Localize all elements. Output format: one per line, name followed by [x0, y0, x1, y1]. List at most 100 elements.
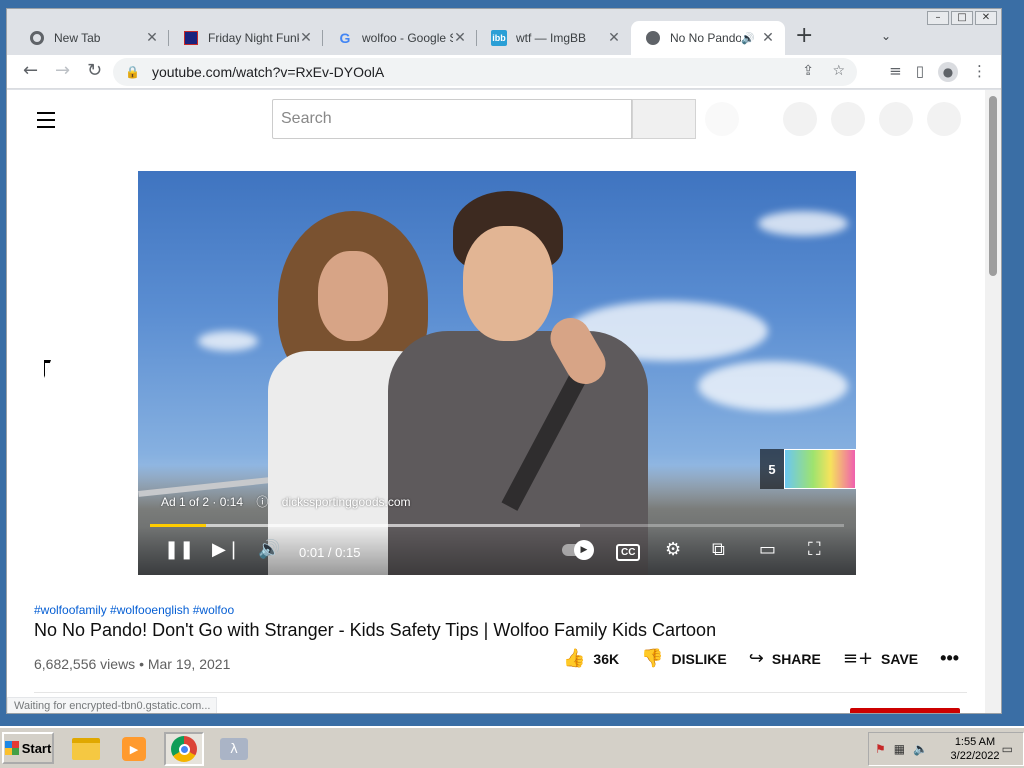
forward-arrow-icon[interactable]: →	[55, 61, 70, 81]
hamburger-menu-icon[interactable]	[37, 112, 55, 133]
google-icon: G	[339, 30, 351, 46]
chrome-icon	[29, 30, 45, 46]
create-placeholder-icon[interactable]	[783, 102, 817, 136]
system-tray: ⚑ ▦ 🔈 1:55 AM 3/22/2022 ▭	[868, 732, 1024, 766]
tab-friday-night-funkin[interactable]: Friday Night Funki ✕	[169, 21, 323, 55]
ad-label: Ad 1 of 2 · 0:14	[161, 495, 244, 509]
start-button[interactable]: Start	[2, 732, 54, 764]
speaker-icon[interactable]: 🔊	[741, 32, 755, 45]
dislike-button[interactable]: 👎 DISLIKE	[641, 648, 727, 669]
next-icon[interactable]: ▶❘	[212, 539, 241, 561]
lambda-icon: λ	[220, 738, 248, 760]
notifications-placeholder-icon[interactable]	[879, 102, 913, 136]
lambda-app-button[interactable]: λ	[214, 732, 254, 766]
alert-flag-icon[interactable]: ⚑	[875, 742, 886, 756]
show-desktop-icon[interactable]: ▭	[1002, 742, 1013, 756]
pause-icon[interactable]: ❚❚	[164, 539, 194, 561]
chrome-icon	[171, 736, 197, 762]
ad-domain-link[interactable]: dickssportinggoods.com	[282, 495, 411, 509]
autoplay-toggle[interactable]: ▶	[562, 540, 594, 560]
reload-icon[interactable]: ↻	[87, 61, 102, 81]
save-button[interactable]: ≡+ SAVE	[843, 648, 918, 669]
share-label: SHARE	[771, 650, 821, 667]
close-tab-icon[interactable]: ✕	[145, 30, 159, 46]
volume-tray-icon[interactable]: 🔈	[913, 742, 928, 756]
page-scrollbar[interactable]	[985, 90, 1001, 713]
captions-icon[interactable]: CC	[616, 539, 641, 561]
toolbar-right: ≡ ▯ ● ⋮	[889, 62, 987, 82]
status-bar: Waiting for encrypted-tbn0.gstatic.com..…	[7, 697, 218, 713]
profile-avatar-icon[interactable]: ●	[938, 62, 958, 82]
settings-gear-icon[interactable]: ⚙	[665, 539, 681, 561]
close-tab-icon[interactable]: ✕	[453, 30, 467, 46]
more-actions-icon[interactable]: •••	[940, 648, 959, 669]
ad-preview-box[interactable]: 5	[760, 449, 856, 489]
globe-icon	[645, 30, 661, 46]
like-count: 36K	[593, 650, 620, 667]
media-control-icon[interactable]: ≡	[889, 62, 902, 82]
start-label: Start	[21, 740, 52, 756]
address-bar[interactable]: 🔒 youtube.com/watch?v=RxEv-DYOolA ⇪ ☆	[113, 58, 857, 86]
divider	[34, 692, 967, 693]
chrome-menu-icon[interactable]: ⋮	[972, 62, 987, 82]
tab-no-no-pando[interactable]: No No Pando 🔊 ✕	[631, 21, 785, 55]
time-display: 0:01 / 0:15	[299, 545, 361, 560]
info-icon[interactable]: ⓘ	[256, 495, 268, 509]
tab-title: wolfoo - Google S	[362, 31, 453, 45]
explorer-app-button[interactable]	[66, 732, 106, 766]
bookmark-star-icon[interactable]: ☆	[832, 63, 845, 79]
tab-search-chevron-icon[interactable]: ⌄	[881, 29, 891, 43]
side-panel-icon[interactable]: ▯	[916, 62, 924, 82]
media-app-button[interactable]: ▶	[114, 732, 154, 766]
video-hashtags[interactable]: #wolfoofamily #wolfooenglish #wolfoo	[34, 603, 234, 617]
search-button[interactable]	[632, 99, 696, 139]
tab-wolfoo-google[interactable]: G wolfoo - Google S ✕	[323, 21, 477, 55]
close-tab-icon[interactable]: ✕	[761, 30, 775, 46]
account-placeholder-icon[interactable]	[927, 102, 961, 136]
play-icon: ▶	[574, 540, 594, 560]
imgbb-icon: ibb	[491, 30, 507, 46]
share-arrow-icon: ↪	[748, 648, 764, 669]
scrollbar-thumb[interactable]	[989, 96, 997, 276]
mic-placeholder-icon[interactable]	[705, 102, 739, 136]
chrome-app-button[interactable]	[164, 732, 204, 766]
theater-mode-icon[interactable]: ▭	[759, 539, 776, 561]
tab-title: Friday Night Funki	[208, 31, 299, 45]
next-video-thumbnail[interactable]	[784, 449, 856, 489]
url-text[interactable]: youtube.com/watch?v=RxEv-DYOolA	[152, 64, 384, 80]
fnf-icon	[183, 30, 199, 46]
taskbar: Start ▶ λ ⚑ ▦ 🔈 1:55 AM 3/22/2022 ▭	[0, 726, 1024, 768]
miniplayer-icon[interactable]: ⧉	[712, 539, 725, 561]
new-tab-button[interactable]: +	[795, 25, 813, 47]
windows-flag-icon	[4, 741, 19, 755]
media-player-icon: ▶	[122, 737, 146, 761]
lock-icon[interactable]: 🔒	[125, 65, 140, 79]
tab-title: New Tab	[54, 31, 101, 45]
back-arrow-icon[interactable]: ←	[23, 61, 38, 81]
share-icon[interactable]: ⇪	[802, 63, 814, 79]
ad-info: Ad 1 of 2 · 0:14 ⓘ dickssportinggoods.co…	[161, 493, 421, 510]
browser-window: – □ ✕ New Tab ✕ Friday Night Funki ✕ G w…	[6, 8, 1002, 714]
fullscreen-icon[interactable]: ⛶	[808, 539, 821, 561]
like-button[interactable]: 👍 36K	[563, 648, 619, 669]
apps-placeholder-icon[interactable]	[831, 102, 865, 136]
tab-title: wtf — ImgBB	[516, 31, 587, 45]
page-viewport: Search Ad 1 of 2 · 0:14 ⓘ dickssportingg…	[7, 90, 987, 713]
skip-countdown: 5	[760, 449, 784, 489]
video-player[interactable]: Ad 1 of 2 · 0:14 ⓘ dickssportinggoods.co…	[138, 171, 856, 575]
tab-imgbb[interactable]: ibb wtf — ImgBB ✕	[477, 21, 631, 55]
clock[interactable]: 1:55 AM 3/22/2022	[945, 735, 1005, 763]
subscribe-button-partial[interactable]	[850, 708, 960, 713]
volume-icon[interactable]: 🔊	[258, 539, 280, 561]
clock-time: 1:55 AM	[954, 736, 996, 748]
tab-new-tab[interactable]: New Tab ✕	[15, 21, 169, 55]
network-icon[interactable]: ▦	[894, 742, 905, 756]
share-button[interactable]: ↪ SHARE	[749, 648, 821, 669]
dislike-label: DISLIKE	[671, 650, 727, 667]
close-tab-icon[interactable]: ✕	[607, 30, 621, 46]
tab-title: No No Pando	[670, 31, 742, 45]
folder-icon	[72, 738, 100, 760]
search-input[interactable]: Search	[272, 99, 632, 139]
close-tab-icon[interactable]: ✕	[299, 30, 313, 46]
video-person-man	[388, 191, 648, 575]
